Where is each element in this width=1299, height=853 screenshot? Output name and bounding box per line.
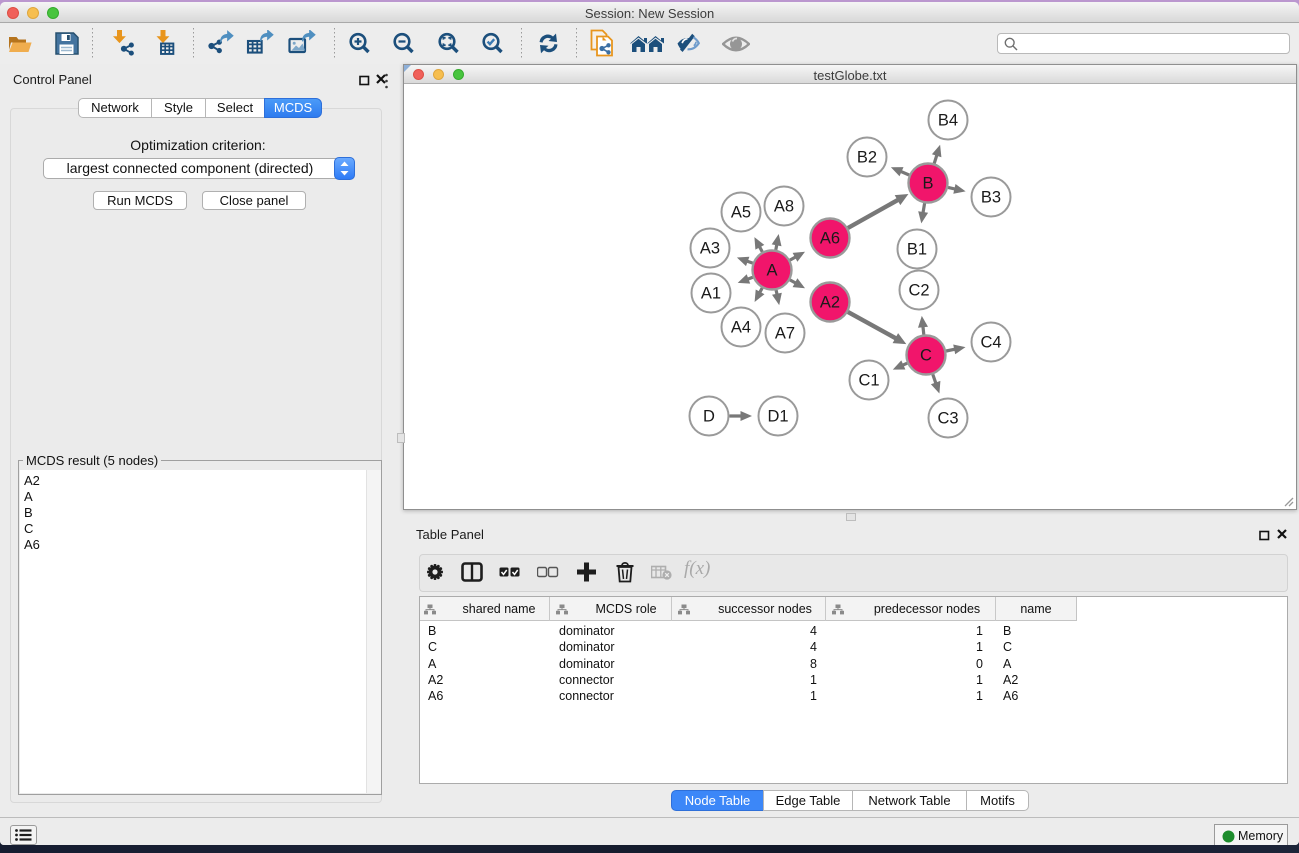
svg-text:B1: B1 — [907, 241, 927, 259]
svg-text:A2: A2 — [820, 294, 840, 312]
svg-text:D1: D1 — [767, 408, 788, 426]
svg-text:A8: A8 — [774, 198, 794, 216]
svg-text:B4: B4 — [938, 112, 958, 130]
svg-text:A7: A7 — [775, 325, 795, 343]
svg-text:D: D — [703, 408, 715, 426]
svg-text:C4: C4 — [980, 334, 1001, 352]
svg-text:A5: A5 — [731, 204, 751, 222]
svg-text:B: B — [922, 175, 933, 193]
svg-text:B3: B3 — [981, 189, 1001, 207]
svg-text:A4: A4 — [731, 319, 751, 337]
svg-text:B2: B2 — [857, 149, 877, 167]
svg-text:A6: A6 — [820, 230, 840, 248]
svg-text:A: A — [766, 262, 777, 280]
svg-text:C2: C2 — [908, 282, 929, 300]
svg-text:C1: C1 — [858, 372, 879, 390]
svg-text:A3: A3 — [700, 240, 720, 258]
svg-text:A1: A1 — [701, 285, 721, 303]
svg-text:C3: C3 — [937, 410, 958, 428]
svg-text:C: C — [920, 347, 932, 365]
